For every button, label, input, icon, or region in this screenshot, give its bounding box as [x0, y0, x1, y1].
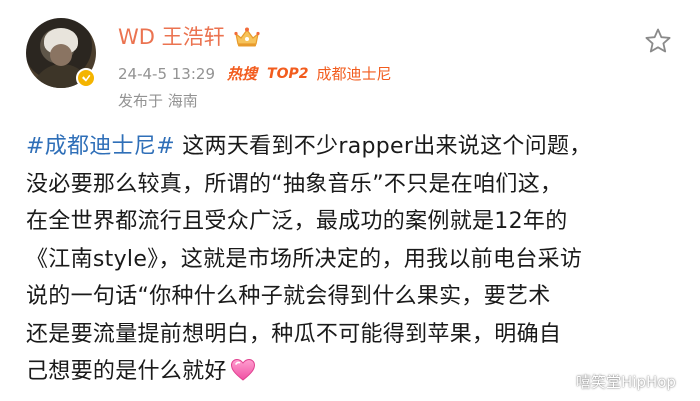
body-text: 《江南style》，这就是市场所决定的，用我以前电台采访 — [26, 246, 583, 272]
timestamp: 24-4-5 13:29 — [118, 64, 215, 83]
author-row: WD 王浩轩 — [118, 24, 261, 50]
body-text: 这两天看到不少rapper出来说这个问题， — [174, 134, 592, 159]
hashtag-link[interactable]: #成都迪士尼# — [26, 134, 175, 159]
watermark: 嘻笑堂HipHop — [552, 371, 676, 392]
body-text: 说的一句话“你种什么种子就会得到什么果实，要艺术 — [26, 284, 551, 309]
hot-topic-link[interactable]: 成都迪士尼 — [316, 63, 391, 84]
post-meta: 24-4-5 13:29 热搜 TOP2 成都迪士尼 — [118, 63, 391, 84]
username[interactable]: WD 王浩轩 — [118, 24, 225, 50]
avatar[interactable] — [26, 18, 96, 88]
pink-heart-emoji — [230, 358, 255, 381]
weibo-icon — [552, 374, 572, 390]
top-rank-badge[interactable]: TOP2 — [267, 66, 308, 82]
body-text: 在全世界都流行且受众广泛，最成功的案例就是12年的 — [26, 209, 568, 234]
star-outline-icon[interactable] — [644, 27, 672, 55]
verified-badge-icon — [76, 68, 96, 88]
body-text: 没必要那么较真，所谓的“抽象音乐”不只是在咱们这， — [26, 171, 563, 197]
body-text: 己想要的是什么就好 — [26, 359, 227, 384]
post-body: #成都迪士尼# 这两天看到不少rapper出来说这个问题， 没必要那么较真，所谓… — [26, 128, 686, 391]
body-text: 还是要流量提前想明白，种瓜不可能得到苹果，明确自 — [26, 321, 562, 347]
location: 发布于 海南 — [118, 92, 198, 110]
watermark-text: 嘻笑堂HipHop — [576, 373, 676, 391]
hot-search-badge[interactable]: 热搜 — [227, 63, 257, 84]
weibo-post-card: WD 王浩轩 24-4-5 13:29 热搜 TOP2 成都迪士尼 发布于 海南… — [0, 0, 700, 401]
crown-icon — [234, 27, 260, 47]
